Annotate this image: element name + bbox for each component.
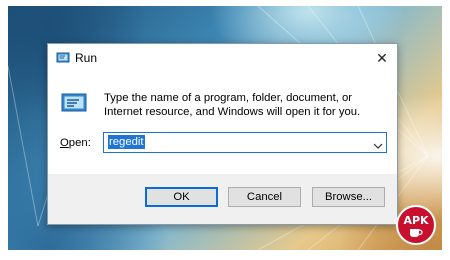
chevron-down-icon[interactable] xyxy=(373,137,383,155)
run-app-icon xyxy=(56,51,70,69)
open-combobox[interactable]: regedit xyxy=(103,132,387,153)
apk-watermark-badge: APK xyxy=(396,205,436,245)
close-button[interactable]: ✕ xyxy=(367,44,397,72)
ok-button[interactable]: OK xyxy=(145,187,218,207)
title-bar[interactable]: Run ✕ xyxy=(48,44,397,72)
open-label: Open: xyxy=(60,137,91,149)
run-dialog: Run ✕ Type the name of a program, folder… xyxy=(47,43,398,225)
open-label-access-key: O xyxy=(60,137,69,149)
open-label-rest: pen: xyxy=(68,137,91,149)
open-input-value[interactable]: regedit xyxy=(108,135,145,149)
cancel-button[interactable]: Cancel xyxy=(228,187,301,207)
run-large-icon xyxy=(61,92,87,119)
close-icon: ✕ xyxy=(376,49,388,66)
apk-watermark-text: APK xyxy=(403,214,429,227)
browse-button[interactable]: Browse... xyxy=(312,187,385,207)
description-text: Type the name of a program, folder, docu… xyxy=(104,92,361,118)
window-title: Run xyxy=(75,51,98,65)
apk-badge-logo xyxy=(410,229,423,237)
